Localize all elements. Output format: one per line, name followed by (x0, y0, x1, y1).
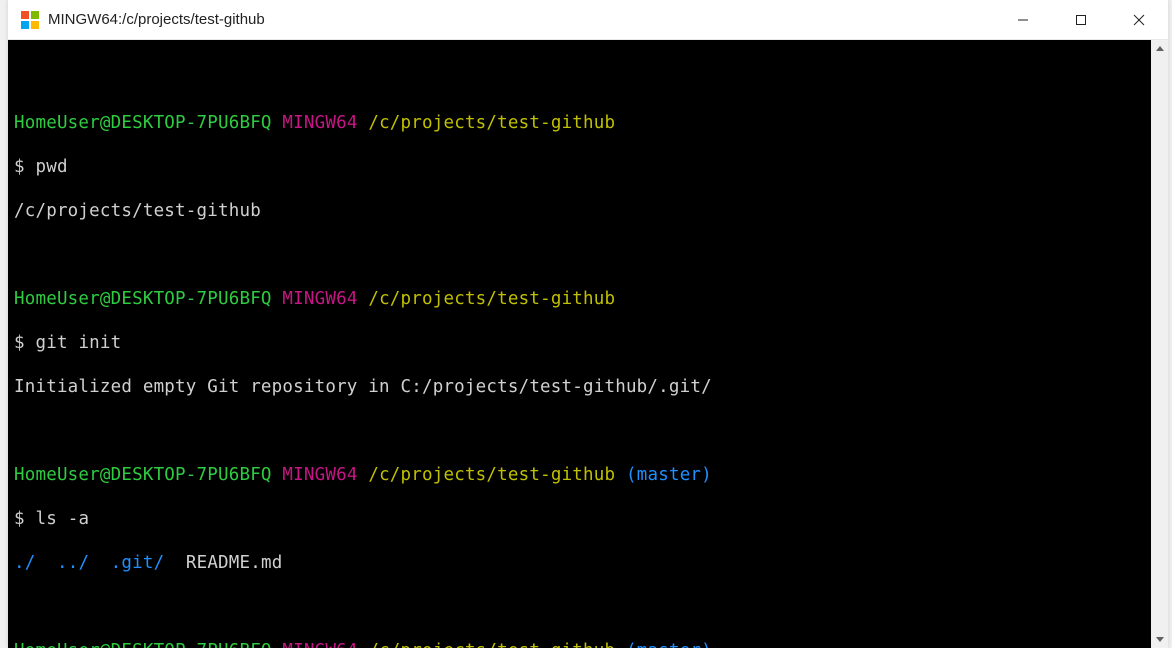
scroll-down-arrow-icon[interactable] (1151, 631, 1168, 648)
scroll-up-arrow-icon[interactable] (1151, 40, 1168, 57)
prompt-env: MINGW64 (282, 641, 357, 648)
prompt-userhost: HomeUser@DESKTOP-7PU6BFQ (14, 465, 272, 485)
prompt-symbol: $ (14, 509, 25, 529)
vertical-scrollbar[interactable] (1151, 40, 1168, 648)
terminal-window: MINGW64:/c/projects/test-github HomeUser… (8, 0, 1168, 648)
prompt-path: /c/projects/test-github (368, 289, 615, 309)
app-icon (20, 10, 40, 30)
terminal-area: HomeUser@DESKTOP-7PU6BFQ MINGW64 /c/proj… (8, 40, 1168, 648)
close-button[interactable] (1110, 0, 1168, 40)
prompt-env: MINGW64 (282, 289, 357, 309)
prompt-path: /c/projects/test-github (368, 641, 615, 648)
command-pwd: pwd (36, 157, 68, 177)
prompt-env: MINGW64 (282, 113, 357, 133)
output-git-init: Initialized empty Git repository in C:/p… (14, 377, 712, 397)
prompt-path: /c/projects/test-github (368, 465, 615, 485)
prompt-userhost: HomeUser@DESKTOP-7PU6BFQ (14, 113, 272, 133)
command-ls: ls -a (36, 509, 90, 529)
ls-entry-dot: ./ (14, 553, 35, 573)
prompt-path: /c/projects/test-github (368, 113, 615, 133)
output-pwd: /c/projects/test-github (14, 201, 261, 221)
ls-entry-dotdot: ../ (57, 553, 89, 573)
prompt-userhost: HomeUser@DESKTOP-7PU6BFQ (14, 641, 272, 648)
prompt-branch: (master) (626, 641, 712, 648)
ls-entry-readme: README.md (186, 553, 283, 573)
window-title: MINGW64:/c/projects/test-github (48, 0, 994, 40)
prompt-userhost: HomeUser@DESKTOP-7PU6BFQ (14, 289, 272, 309)
prompt-symbol: $ (14, 157, 25, 177)
minimize-button[interactable] (994, 0, 1052, 40)
titlebar: MINGW64:/c/projects/test-github (8, 0, 1168, 40)
window-controls (994, 0, 1168, 39)
prompt-branch: (master) (626, 465, 712, 485)
maximize-button[interactable] (1052, 0, 1110, 40)
terminal-output[interactable]: HomeUser@DESKTOP-7PU6BFQ MINGW64 /c/proj… (8, 40, 1151, 648)
prompt-env: MINGW64 (282, 465, 357, 485)
ls-entry-git: .git/ (111, 553, 165, 573)
command-git-init: git init (36, 333, 122, 353)
prompt-symbol: $ (14, 333, 25, 353)
